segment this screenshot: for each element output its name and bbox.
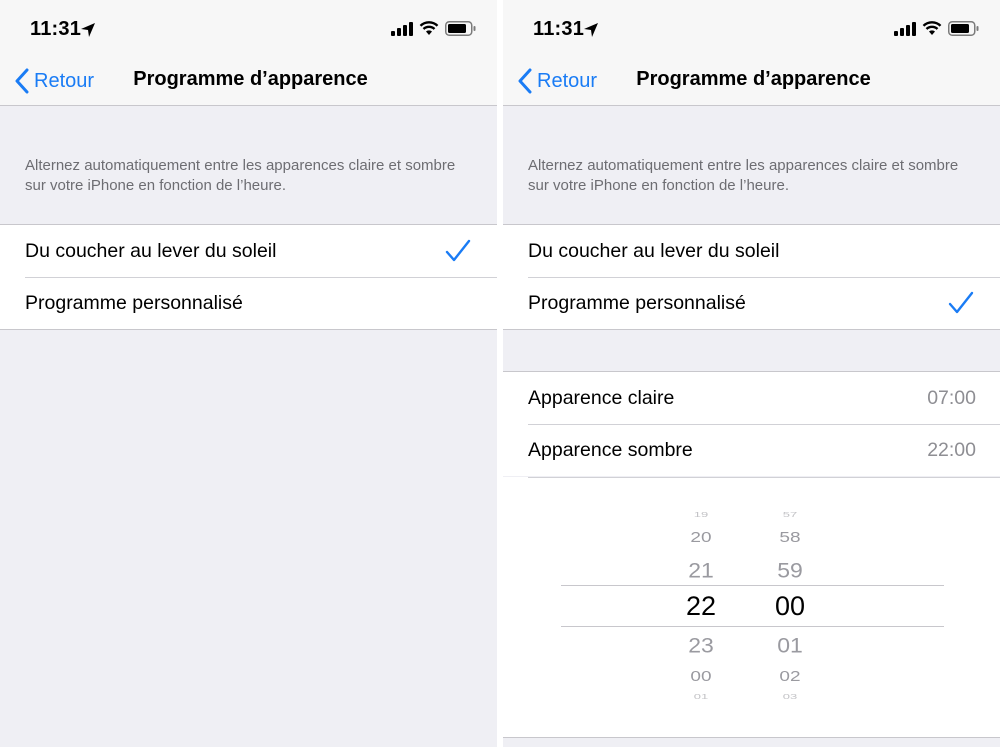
wifi-icon [419,21,439,35]
page-title: Programme d’apparence [133,68,368,90]
minute-selected: 00 [774,591,806,621]
dark-appearance-row[interactable]: Apparence sombre 22:00 [503,424,1000,476]
phone-screen-left: 11:31 Retour Programme d’apparence Alter… [0,0,497,747]
dark-appearance-time: 22:00 [927,438,976,461]
hour-option: 19 [693,510,709,519]
navigation-bar: Retour Programme d’apparence [503,58,1000,106]
section-description: Alternez automatiquement entre les appar… [25,157,456,194]
light-appearance-time: 07:00 [927,386,976,409]
hour-wheel[interactable]: 19 20 21 22 23 00 01 [671,477,731,737]
dark-appearance-label: Apparence sombre [528,438,693,461]
location-arrow-icon [81,23,95,37]
minute-option: 58 [779,529,801,546]
picker-selection-band [561,585,944,627]
option-custom-schedule[interactable]: Programme personnalisé [0,277,497,329]
navigation-bar: Retour Programme d’apparence [0,58,497,106]
option-custom-label: Programme personnalisé [25,291,243,314]
hour-option: 23 [688,632,714,658]
status-time: 11:31 [533,18,585,40]
checkmark-icon [948,291,974,314]
page: 11:31 Retour Programme d’apparence Alter… [0,0,1000,747]
option-sunset-to-sunrise[interactable]: Du coucher au lever du soleil [0,225,497,277]
status-bar: 11:31 [0,0,497,58]
battery-icon [948,21,979,36]
time-picker: 19 20 21 22 23 00 01 57 58 59 00 01 02 0… [503,477,1000,737]
custom-times-list: Apparence claire 07:00 Apparence sombre … [503,371,1000,476]
option-sunset-label: Du coucher au lever du soleil [25,239,277,262]
wifi-icon [922,21,942,35]
page-title: Programme d’apparence [636,68,871,90]
hour-selected: 22 [685,591,717,621]
option-custom-schedule[interactable]: Programme personnalisé [503,277,1000,329]
hour-option: 21 [688,557,714,583]
cellular-signal-icon [391,21,413,36]
schedule-options-list: Du coucher au lever du soleil Programme … [0,224,497,330]
location-arrow-icon [584,23,598,37]
checkmark-icon [445,239,471,262]
light-appearance-label: Apparence claire [528,386,675,409]
cellular-signal-icon [894,21,916,36]
status-time: 11:31 [30,18,82,40]
schedule-options-list: Du coucher au lever du soleil Programme … [503,224,1000,330]
option-custom-label: Programme personnalisé [528,291,746,314]
minute-option: 03 [782,692,798,701]
status-bar: 11:31 [503,0,1000,58]
bottom-separator [503,737,1000,747]
minute-option: 01 [777,632,803,658]
status-icons [894,21,980,36]
minute-wheel[interactable]: 57 58 59 00 01 02 03 [760,477,820,737]
minute-option: 57 [782,510,798,519]
section-description: Alternez automatiquement entre les appar… [528,157,959,194]
option-sunset-to-sunrise[interactable]: Du coucher au lever du soleil [503,225,1000,277]
minute-option: 59 [777,557,803,583]
hour-option: 00 [690,668,712,685]
status-icons [391,21,477,36]
phone-screen-right: 11:31 Retour Programme d’apparence Alter… [503,0,1000,747]
hour-option: 01 [693,692,709,701]
minute-option: 02 [779,668,801,685]
light-appearance-row[interactable]: Apparence claire 07:00 [503,372,1000,424]
battery-icon [445,21,476,36]
hour-option: 20 [690,529,712,546]
option-sunset-label: Du coucher au lever du soleil [528,239,780,262]
